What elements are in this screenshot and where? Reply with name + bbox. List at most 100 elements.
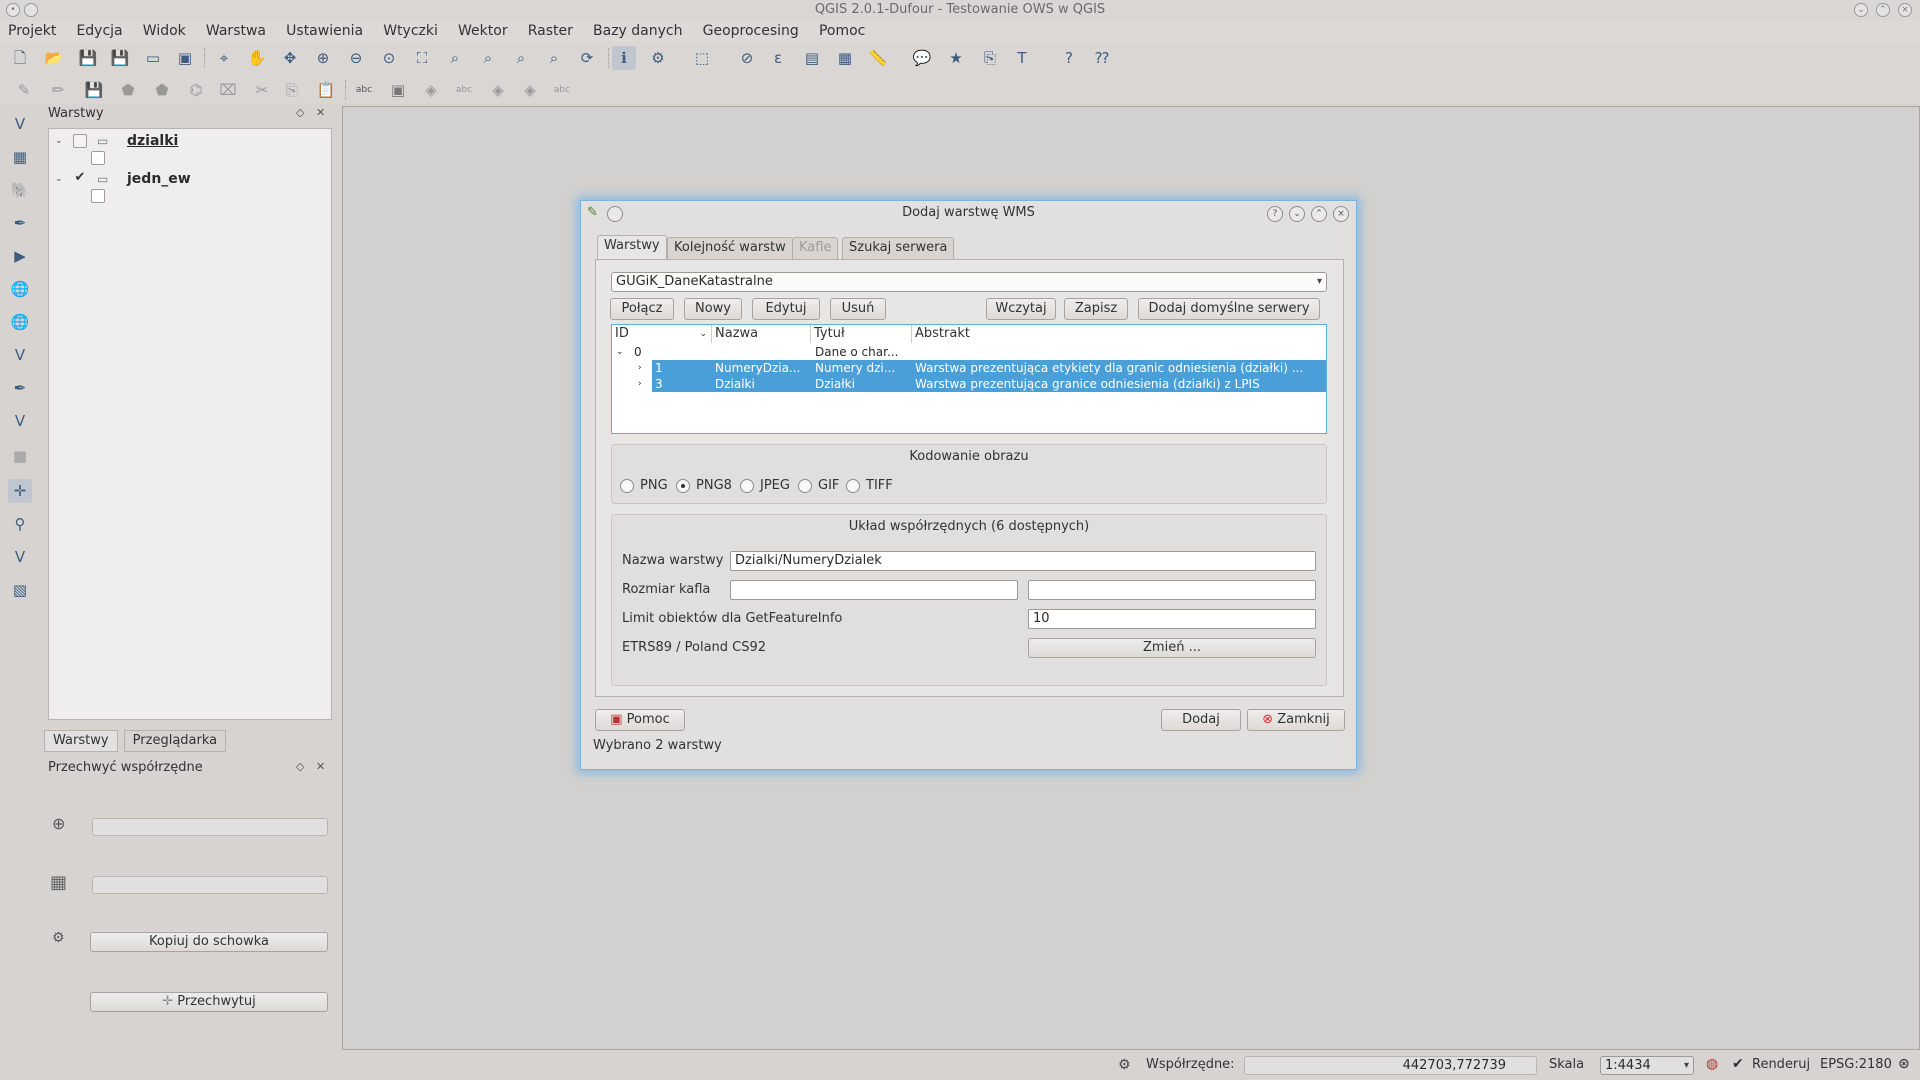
load-button[interactable]: Wczytaj: [986, 298, 1056, 320]
map-tool-icon[interactable]: ▧: [8, 578, 32, 602]
label-rotate-icon[interactable]: ◈: [486, 78, 510, 102]
radio-gif[interactable]: [798, 479, 812, 493]
zoom-actual-icon[interactable]: ⊙: [377, 46, 401, 70]
expression-select-icon[interactable]: ε: [766, 46, 790, 70]
dialog-maximize-icon[interactable]: ⌃: [1311, 206, 1327, 222]
col-header-id[interactable]: ID ⌄: [612, 325, 712, 343]
help-contents-icon[interactable]: ?: [1057, 46, 1081, 70]
dialog-minimize-icon[interactable]: ⌄: [1289, 206, 1305, 222]
layer-name[interactable]: dzialki: [127, 131, 178, 151]
tile-width-input[interactable]: [730, 580, 1018, 600]
col-header-abstrakt[interactable]: Abstrakt: [912, 325, 1326, 343]
measure-icon[interactable]: 📏: [866, 46, 890, 70]
change-crs-button[interactable]: Zmień ...: [1028, 638, 1316, 658]
crs-icon[interactable]: ⊕: [52, 814, 65, 833]
refresh-icon[interactable]: ⟳: [575, 46, 599, 70]
composer-manager-icon[interactable]: ▣: [173, 46, 197, 70]
map-tips-icon[interactable]: 💬: [910, 46, 934, 70]
wfs-icon[interactable]: V: [8, 545, 32, 569]
table-row[interactable]: › 3 Dzialki Działki Warstwa prezentująca…: [612, 376, 1326, 392]
collapse-icon[interactable]: ⌄: [616, 344, 624, 360]
label-change-icon[interactable]: ◈: [518, 78, 542, 102]
new-shapefile-icon[interactable]: V: [8, 409, 32, 433]
label-gif[interactable]: GIF: [818, 478, 839, 493]
add-spatialite-layer-icon[interactable]: ✒: [8, 211, 32, 235]
select-features-icon[interactable]: ⬚: [690, 46, 714, 70]
add-default-servers-button[interactable]: Dodaj domyślne serwery: [1138, 298, 1320, 320]
expand-icon[interactable]: ›: [638, 376, 642, 392]
delete-selected-icon[interactable]: ⌧: [216, 78, 240, 102]
tab-przegladarka[interactable]: Przeglądarka: [123, 730, 227, 752]
messages-icon[interactable]: ⊛: [1898, 1056, 1910, 1072]
label-jpeg[interactable]: JPEG: [760, 478, 790, 493]
zoom-next-icon[interactable]: ⌕: [542, 46, 566, 70]
pan-map-icon[interactable]: ✥: [278, 46, 302, 70]
collapse-icon[interactable]: ⌄: [55, 131, 63, 151]
float-panel-icon[interactable]: ◇: [296, 106, 304, 119]
zoom-out-icon[interactable]: ⊖: [344, 46, 368, 70]
add-feature-icon[interactable]: ⬟: [116, 78, 140, 102]
expand-icon[interactable]: ›: [638, 360, 642, 376]
radio-png[interactable]: [620, 479, 634, 493]
label-pin-icon[interactable]: ▣: [386, 78, 410, 102]
connect-button[interactable]: Połącz: [610, 298, 674, 320]
start-capture-button[interactable]: ✛ Przechwytuj: [90, 992, 328, 1012]
run-action-icon[interactable]: ⚙: [646, 46, 670, 70]
table-row[interactable]: ⌄ 0 Dane o char...: [612, 344, 1326, 360]
print-composer-icon[interactable]: ▭: [141, 46, 165, 70]
layer-checkbox[interactable]: [73, 134, 87, 148]
menu-wektor[interactable]: Wektor: [450, 20, 516, 42]
add-delimited-text-icon[interactable]: ✒: [8, 376, 32, 400]
pan-to-selection-icon[interactable]: ⌖: [212, 46, 236, 70]
toggle-editing-icon[interactable]: ✏: [46, 78, 70, 102]
menu-raster[interactable]: Raster: [520, 20, 581, 42]
open-project-icon[interactable]: 📂: [42, 46, 66, 70]
show-bookmarks-icon[interactable]: ⎘: [978, 46, 1002, 70]
save-project-icon[interactable]: 💾: [76, 46, 100, 70]
layer-checkbox-checked[interactable]: ✔: [73, 171, 87, 186]
col-header-tytul[interactable]: Tytuł: [811, 325, 912, 343]
menu-wtyczki[interactable]: Wtyczki: [375, 20, 446, 42]
remove-layer-icon[interactable]: ■: [8, 444, 32, 468]
add-postgis-layer-icon[interactable]: 🐘: [8, 178, 32, 202]
new-button[interactable]: Nowy: [684, 298, 742, 320]
scale-combo[interactable]: 1:4434 ▾: [1600, 1056, 1694, 1075]
menu-edycja[interactable]: Edycja: [68, 20, 130, 42]
radio-tiff[interactable]: [846, 479, 860, 493]
pan-hand-icon[interactable]: ✋: [245, 46, 269, 70]
float-panel-icon[interactable]: ◇: [296, 760, 304, 773]
paste-features-icon[interactable]: 📋: [314, 78, 338, 102]
wms-layers-table[interactable]: ID ⌄ Nazwa Tytuł Abstrakt ⌄ 0 Dane o char…: [611, 324, 1327, 434]
add-wcs-layer-icon[interactable]: 🌐: [8, 310, 32, 334]
menu-pomoc[interactable]: Pomoc: [811, 20, 873, 42]
help-button[interactable]: ▣ Pomoc: [595, 709, 685, 731]
save-button[interactable]: Zapisz: [1064, 298, 1128, 320]
add-raster-layer-icon[interactable]: ▦: [8, 145, 32, 169]
epsg-label[interactable]: EPSG:2180: [1820, 1057, 1892, 1072]
copy-to-clipboard-button[interactable]: Kopiuj do schowka: [90, 932, 328, 952]
dialog-menu-icon[interactable]: [607, 206, 623, 222]
radio-png8[interactable]: [676, 479, 690, 493]
field-calculator-icon[interactable]: ▦: [833, 46, 857, 70]
tab-szukaj-serwera[interactable]: Szukaj serwera: [842, 237, 955, 259]
coordinate-field-1[interactable]: [92, 818, 328, 836]
identify-icon[interactable]: ℹ: [612, 46, 636, 70]
gps-icon[interactable]: ⚲: [8, 512, 32, 536]
window-menu-icon[interactable]: •: [6, 3, 20, 17]
menu-warstwa[interactable]: Warstwa: [198, 20, 274, 42]
col-header-nazwa[interactable]: Nazwa: [712, 325, 811, 343]
add-wms-layer-icon[interactable]: 🌐: [8, 277, 32, 301]
tile-height-input[interactable]: [1028, 580, 1316, 600]
dialog-close-icon[interactable]: ×: [1333, 206, 1349, 222]
label-tiff[interactable]: TIFF: [866, 478, 893, 493]
maximize-icon[interactable]: ⌃: [1876, 3, 1890, 17]
render-checkbox-icon[interactable]: ✔: [1732, 1056, 1744, 1072]
label-png[interactable]: PNG: [640, 478, 668, 493]
menu-ustawienia[interactable]: Ustawienia: [278, 20, 371, 42]
layers-tree[interactable]: ⌄ ▭ dzialki ⌄ ✔ ▭ jedn_ew: [48, 128, 332, 720]
zoom-full-icon[interactable]: ⛶: [410, 46, 434, 70]
close-window-icon[interactable]: ×: [1898, 3, 1912, 17]
tab-kolejnosc-warstw[interactable]: Kolejność warstw: [667, 237, 793, 259]
zoom-selection-icon[interactable]: ⌕: [443, 46, 467, 70]
zoom-in-icon[interactable]: ⊕: [311, 46, 335, 70]
